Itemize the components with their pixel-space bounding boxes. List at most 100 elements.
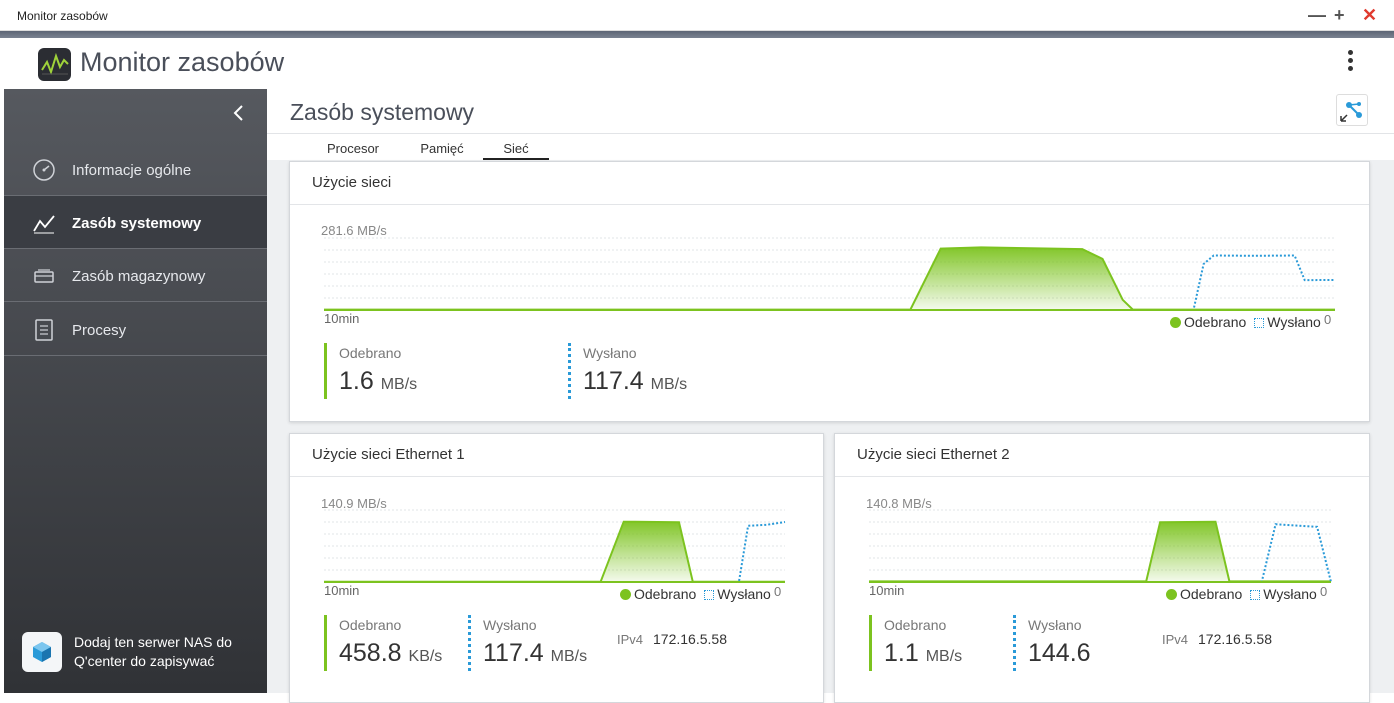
stat-sent-label: Wysłano bbox=[1028, 617, 1082, 633]
app-title: Monitor zasobów bbox=[80, 47, 285, 77]
legend-sent-swatch bbox=[1250, 590, 1261, 600]
legend-received-swatch bbox=[1166, 589, 1177, 600]
stat-received-unit: MB/s bbox=[925, 648, 963, 665]
speedometer-icon bbox=[32, 158, 56, 182]
stat-received-value: 1.6 MB/s bbox=[339, 367, 417, 396]
legend-received-label: Odebrano bbox=[1184, 314, 1247, 330]
received-line bbox=[324, 246, 1335, 311]
legend-received-label: Odebrano bbox=[634, 586, 697, 602]
sidebar: Informacje ogólne Zasób systemowy Zasób … bbox=[4, 89, 267, 693]
chart-zero-label: 0 bbox=[774, 584, 782, 599]
ipv4-label: IPv4 bbox=[617, 632, 644, 647]
app-header: Monitor zasobów bbox=[0, 38, 1394, 89]
qcenter-promo[interactable]: Dodaj ten serwer NAS do Q'center do zapi… bbox=[22, 632, 262, 676]
ipv4-info: IPv4 172.16.5.58 bbox=[1162, 631, 1272, 647]
stat-received-bar bbox=[869, 615, 872, 671]
qcenter-promo-text: Dodaj ten serwer NAS do Q'center do zapi… bbox=[74, 634, 232, 669]
qcenter-cube-icon bbox=[22, 632, 62, 672]
legend-received-label: Odebrano bbox=[1180, 586, 1243, 602]
chart-legend: Odebrano Wysłano bbox=[1170, 314, 1321, 330]
monitor-chart-icon bbox=[38, 48, 71, 81]
received-area bbox=[869, 521, 1331, 582]
card-divider bbox=[290, 204, 1369, 205]
legend-sent-swatch bbox=[1254, 318, 1265, 328]
legend-sent-label: Wysłano bbox=[1263, 586, 1317, 602]
sidebar-item-label: Zasób magazynowy bbox=[72, 268, 206, 285]
sidebar-item-zasob-systemowy[interactable]: Zasób systemowy bbox=[4, 196, 267, 249]
stat-received-label: Odebrano bbox=[884, 617, 947, 633]
chart-zero-label: 0 bbox=[1324, 312, 1332, 327]
chart-ymax-label: 281.6 MB/s bbox=[321, 223, 387, 238]
plus-icon[interactable]: + bbox=[1334, 6, 1345, 24]
stat-sent-value: 144.6 bbox=[1028, 639, 1091, 668]
card-ethernet-1: Użycie sieci Ethernet 1 140.9 MB/s 10min… bbox=[289, 433, 824, 703]
received-line bbox=[324, 520, 785, 583]
chart-xlabel: 10min bbox=[869, 583, 905, 598]
sidebar-item-informacje-ogolne[interactable]: Informacje ogólne bbox=[4, 143, 267, 196]
minimize-icon[interactable]: — bbox=[1308, 6, 1326, 24]
chevron-left-icon[interactable] bbox=[232, 104, 246, 122]
sidebar-item-label: Procesy bbox=[72, 322, 127, 339]
sent-line bbox=[869, 523, 1332, 583]
chart-xlabel: 10min bbox=[324, 583, 360, 598]
legend-received-swatch bbox=[620, 589, 631, 600]
tab-pamiec[interactable]: Pamięć bbox=[407, 141, 477, 160]
tab-bar: Procesor Pamięć Sieć bbox=[267, 134, 1394, 160]
stat-received-unit: MB/s bbox=[380, 376, 418, 393]
tab-procesor[interactable]: Procesor bbox=[318, 141, 388, 160]
ipv4-address: 172.16.5.58 bbox=[1198, 631, 1272, 647]
sidebar-item-procesy[interactable]: Procesy bbox=[4, 303, 267, 356]
network-usage-chart bbox=[324, 237, 1336, 311]
sidebar-item-label: Informacje ogólne bbox=[72, 162, 192, 179]
card-title: Użycie sieci Ethernet 1 bbox=[312, 446, 465, 463]
line-chart-icon bbox=[32, 211, 56, 235]
stat-sent-number: 117.4 bbox=[483, 639, 544, 667]
kebab-menu-icon[interactable] bbox=[1340, 50, 1360, 76]
window-titlebar: Monitor zasobów — + ✕ bbox=[0, 0, 1394, 31]
card-divider bbox=[290, 476, 823, 477]
sidebar-item-label: Zasób systemowy bbox=[72, 215, 202, 232]
stat-received-value: 458.8 KB/s bbox=[339, 639, 442, 668]
stat-sent-value: 117.4 MB/s bbox=[483, 639, 587, 668]
window-title: Monitor zasobów bbox=[17, 9, 108, 23]
stat-sent-bar bbox=[568, 343, 571, 399]
stat-sent-unit: MB/s bbox=[550, 648, 588, 665]
ipv4-label: IPv4 bbox=[1162, 632, 1189, 647]
card-title: Użycie sieci bbox=[312, 174, 392, 191]
tab-siec[interactable]: Sieć bbox=[483, 141, 549, 160]
legend-received-swatch bbox=[1170, 317, 1181, 328]
stat-sent-unit: MB/s bbox=[650, 376, 688, 393]
card-ethernet-2: Użycie sieci Ethernet 2 140.8 MB/s 10min… bbox=[834, 433, 1370, 703]
stat-sent-value: 117.4 MB/s bbox=[583, 367, 687, 396]
chart-ymax-label: 140.9 MB/s bbox=[321, 496, 387, 511]
chart-ymax-label: 140.8 MB/s bbox=[866, 496, 932, 511]
close-x-icon[interactable]: ✕ bbox=[1362, 6, 1377, 24]
card-network-usage: Użycie sieci 281.6 MB/s 10min Odebrano Wy… bbox=[289, 161, 1370, 422]
network-link-icon[interactable] bbox=[1336, 94, 1368, 126]
received-line bbox=[869, 520, 1331, 583]
stat-sent-label: Wysłano bbox=[583, 345, 637, 361]
chart-zero-label: 0 bbox=[1320, 584, 1328, 599]
stat-received-number: 1.6 bbox=[339, 367, 374, 395]
stat-received-bar bbox=[324, 615, 327, 671]
stat-sent-bar bbox=[468, 615, 471, 671]
chart-xlabel: 10min bbox=[324, 311, 360, 326]
legend-sent-swatch bbox=[704, 590, 715, 600]
stat-sent-bar bbox=[1013, 615, 1016, 671]
storage-icon bbox=[32, 264, 56, 288]
stat-received-number: 458.8 bbox=[339, 639, 402, 667]
page-title: Zasób systemowy bbox=[290, 99, 475, 125]
stat-sent-label: Wysłano bbox=[483, 617, 537, 633]
sidebar-item-zasob-magazynowy[interactable]: Zasób magazynowy bbox=[4, 249, 267, 302]
ipv4-info: IPv4 172.16.5.58 bbox=[617, 631, 727, 647]
window-stripe bbox=[0, 31, 1394, 38]
sent-line bbox=[324, 254, 1336, 311]
ethernet-2-chart bbox=[869, 509, 1332, 583]
stat-sent-number: 117.4 bbox=[583, 367, 644, 395]
stat-received-label: Odebrano bbox=[339, 345, 402, 361]
card-title: Użycie sieci Ethernet 2 bbox=[857, 446, 1010, 463]
chart-legend: Odebrano Wysłano bbox=[620, 586, 771, 602]
stat-received-bar bbox=[324, 343, 327, 399]
ethernet-1-chart bbox=[324, 509, 786, 583]
legend-sent-label: Wysłano bbox=[717, 586, 771, 602]
